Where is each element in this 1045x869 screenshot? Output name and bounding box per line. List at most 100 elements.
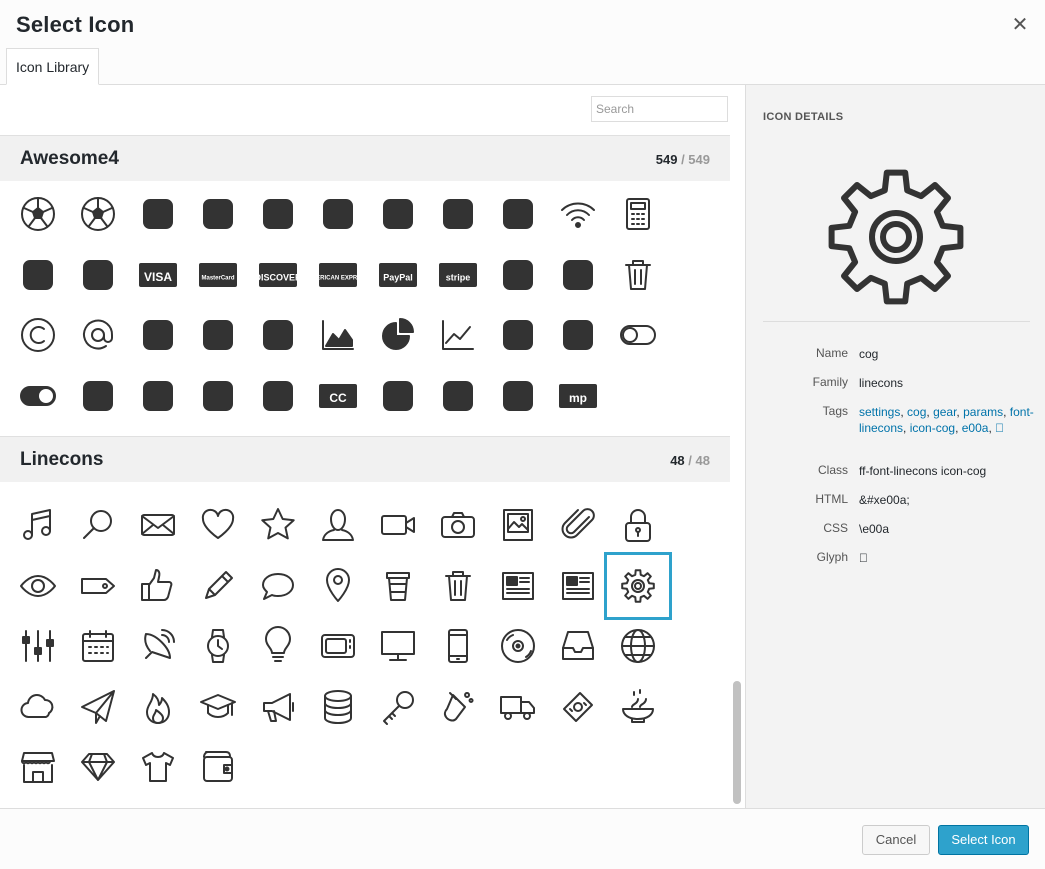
cc-paypal-icon[interactable]: PayPal (373, 250, 423, 300)
wallet-icon[interactable] (193, 742, 243, 792)
food-icon[interactable] (613, 682, 663, 732)
sound-icon[interactable] (133, 621, 183, 671)
cc-amex-icon[interactable]: AMERICAN EXPRESS (313, 250, 363, 300)
beaker-icon[interactable] (433, 682, 483, 732)
eye-icon[interactable] (13, 561, 63, 611)
paint-brush-icon[interactable] (193, 310, 243, 360)
cup-icon[interactable] (373, 561, 423, 611)
megaphone-icon[interactable] (253, 682, 303, 732)
key-icon[interactable] (373, 682, 423, 732)
lightbulb-icon[interactable] (253, 621, 303, 671)
pencil-icon[interactable] (193, 561, 243, 611)
cc-stripe-icon[interactable]: stripe (433, 250, 483, 300)
user-icon[interactable] (313, 500, 363, 550)
close-icon[interactable]: ✕ (1008, 14, 1032, 38)
cancel-button[interactable]: Cancel (862, 825, 930, 855)
mail-icon[interactable] (133, 500, 183, 550)
clock-icon[interactable] (193, 621, 243, 671)
heart-icon[interactable] (193, 500, 243, 550)
tag-link[interactable]: settings (859, 405, 900, 419)
plug-icon[interactable] (253, 189, 303, 239)
tty-icon[interactable] (133, 189, 183, 239)
globe-icon[interactable] (613, 621, 663, 671)
tab-icon-library[interactable]: Icon Library (6, 48, 100, 85)
inbox-icon[interactable] (553, 621, 603, 671)
line-chart-icon[interactable] (433, 310, 483, 360)
video-icon[interactable] (373, 500, 423, 550)
bicycle-icon[interactable] (73, 371, 123, 421)
note-icon[interactable] (553, 561, 603, 611)
twitch-icon[interactable] (373, 189, 423, 239)
search-input[interactable] (591, 96, 728, 122)
tag-icon[interactable] (73, 561, 123, 611)
desktop-icon[interactable] (373, 621, 423, 671)
at-icon[interactable] (73, 310, 123, 360)
tag-link[interactable]: params (963, 405, 1003, 419)
comment-icon[interactable] (253, 561, 303, 611)
cc-icon[interactable]: CC (313, 371, 363, 421)
toggle-on-icon[interactable] (13, 371, 63, 421)
location-icon[interactable] (313, 561, 363, 611)
cog-icon[interactable] (604, 551, 672, 620)
lastfm-icon[interactable] (493, 310, 543, 360)
tv-icon[interactable] (313, 621, 363, 671)
soccer-ball-icon[interactable] (13, 189, 63, 239)
t-shirt-icon[interactable] (133, 742, 183, 792)
cc-visa-icon[interactable]: VISA (133, 250, 183, 300)
thumbs-up-icon[interactable] (133, 561, 183, 611)
star-icon[interactable] (253, 500, 303, 550)
wifi-icon[interactable] (553, 189, 603, 239)
google-wallet-icon[interactable] (73, 250, 123, 300)
bus-icon[interactable] (133, 371, 183, 421)
truck-icon[interactable] (493, 682, 543, 732)
angellist-icon[interactable] (253, 371, 303, 421)
area-chart-icon[interactable] (313, 310, 363, 360)
photo-icon[interactable] (493, 500, 543, 550)
cc-mastercard-icon[interactable]: MasterCard (193, 250, 243, 300)
doc-icon[interactable] (493, 561, 543, 611)
trash-icon[interactable] (613, 250, 663, 300)
birthday-cake-icon[interactable] (253, 310, 303, 360)
tag-link[interactable]: cog (907, 405, 926, 419)
bell-slash-o-icon[interactable] (553, 250, 603, 300)
pie-chart-icon[interactable] (373, 310, 423, 360)
paypal-icon[interactable] (13, 250, 63, 300)
cloud-icon[interactable] (13, 682, 63, 732)
meanpath-icon[interactable]: mp (553, 371, 603, 421)
ils-icon[interactable] (493, 371, 543, 421)
tag-link[interactable]: icon-cog (910, 421, 955, 435)
camera-icon[interactable] (433, 500, 483, 550)
trash-icon[interactable] (433, 561, 483, 611)
eyedropper-icon[interactable] (133, 310, 183, 360)
database-icon[interactable] (313, 682, 363, 732)
yelp-icon[interactable] (433, 189, 483, 239)
newspaper-icon[interactable] (493, 189, 543, 239)
diamond-icon[interactable] (73, 742, 123, 792)
params-icon[interactable] (13, 621, 63, 671)
mobile-icon[interactable] (433, 621, 483, 671)
toggle-off-icon[interactable] (613, 310, 663, 360)
tag-link[interactable]: e00a (962, 421, 989, 435)
cd-icon[interactable] (493, 621, 543, 671)
scrollbar-thumb[interactable] (733, 681, 741, 804)
graduation-cap-icon[interactable] (193, 682, 243, 732)
tag-link[interactable]: gear (933, 405, 956, 419)
slideshare-icon[interactable] (313, 189, 363, 239)
sheqel-icon[interactable] (433, 371, 483, 421)
tag-link[interactable]:  (995, 421, 1004, 435)
calendar-icon[interactable] (73, 621, 123, 671)
paper-plane-icon[interactable] (73, 682, 123, 732)
fire-icon[interactable] (133, 682, 183, 732)
money-icon[interactable] (553, 682, 603, 732)
soccer-ball-o-icon[interactable] (73, 189, 123, 239)
search-icon[interactable] (73, 500, 123, 550)
shop-icon[interactable] (13, 742, 63, 792)
binoculars-icon[interactable] (193, 189, 243, 239)
ioxhost-icon[interactable] (193, 371, 243, 421)
lastfm-square-icon[interactable] (553, 310, 603, 360)
shekel-icon[interactable] (373, 371, 423, 421)
music-icon[interactable] (13, 500, 63, 550)
attach-icon[interactable] (553, 500, 603, 550)
cc-discover-icon[interactable]: DISCOVER (253, 250, 303, 300)
bell-slash-icon[interactable] (493, 250, 543, 300)
